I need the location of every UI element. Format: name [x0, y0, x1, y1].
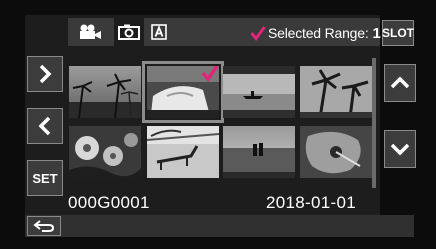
slot-button[interactable]: SLOT — [382, 20, 414, 46]
previous-button[interactable] — [27, 108, 63, 144]
file-date: 2018-01-01 — [266, 193, 356, 212]
thumbnail-palm-silhouettes[interactable] — [300, 66, 372, 118]
back-button[interactable] — [27, 216, 61, 236]
tab-video[interactable] — [68, 18, 112, 46]
tab-photo[interactable] — [114, 18, 144, 46]
thumbnail-flowers[interactable] — [69, 126, 141, 178]
selected-checkmark-icon — [201, 66, 219, 82]
checkmark-icon — [250, 26, 266, 41]
chevron-up-icon — [390, 76, 410, 89]
selected-range-label: Selected Range: — [268, 25, 369, 41]
video-camera-icon — [80, 24, 101, 39]
thumbnail-couple[interactable] — [223, 126, 295, 178]
file-name: 000G0001 — [68, 193, 150, 212]
thumbnail-beach-person[interactable] — [142, 61, 224, 123]
thumbnail-canoe[interactable] — [223, 66, 295, 118]
chevron-right-icon — [39, 64, 52, 84]
letter-a-icon — [151, 24, 167, 40]
thumbnail-beach-lounger[interactable] — [147, 126, 219, 178]
selected-range-indicator: Selected Range: 1 — [250, 23, 381, 43]
set-button[interactable]: SET — [27, 160, 63, 196]
bottom-bar — [25, 215, 414, 237]
chevron-down-icon — [390, 143, 410, 156]
thumbnail-hibiscus[interactable] — [300, 126, 372, 178]
selected-range-count: 1 — [372, 24, 381, 42]
next-button[interactable] — [27, 56, 63, 92]
scroll-down-button[interactable] — [384, 130, 416, 168]
thumbnail-palm-trees[interactable] — [69, 66, 141, 118]
scrollbar[interactable] — [372, 58, 376, 188]
chevron-left-icon — [38, 116, 51, 136]
tab-auto[interactable] — [148, 18, 170, 46]
return-arrow-icon — [33, 220, 55, 232]
scroll-up-button[interactable] — [384, 64, 416, 102]
camera-icon — [118, 24, 140, 40]
